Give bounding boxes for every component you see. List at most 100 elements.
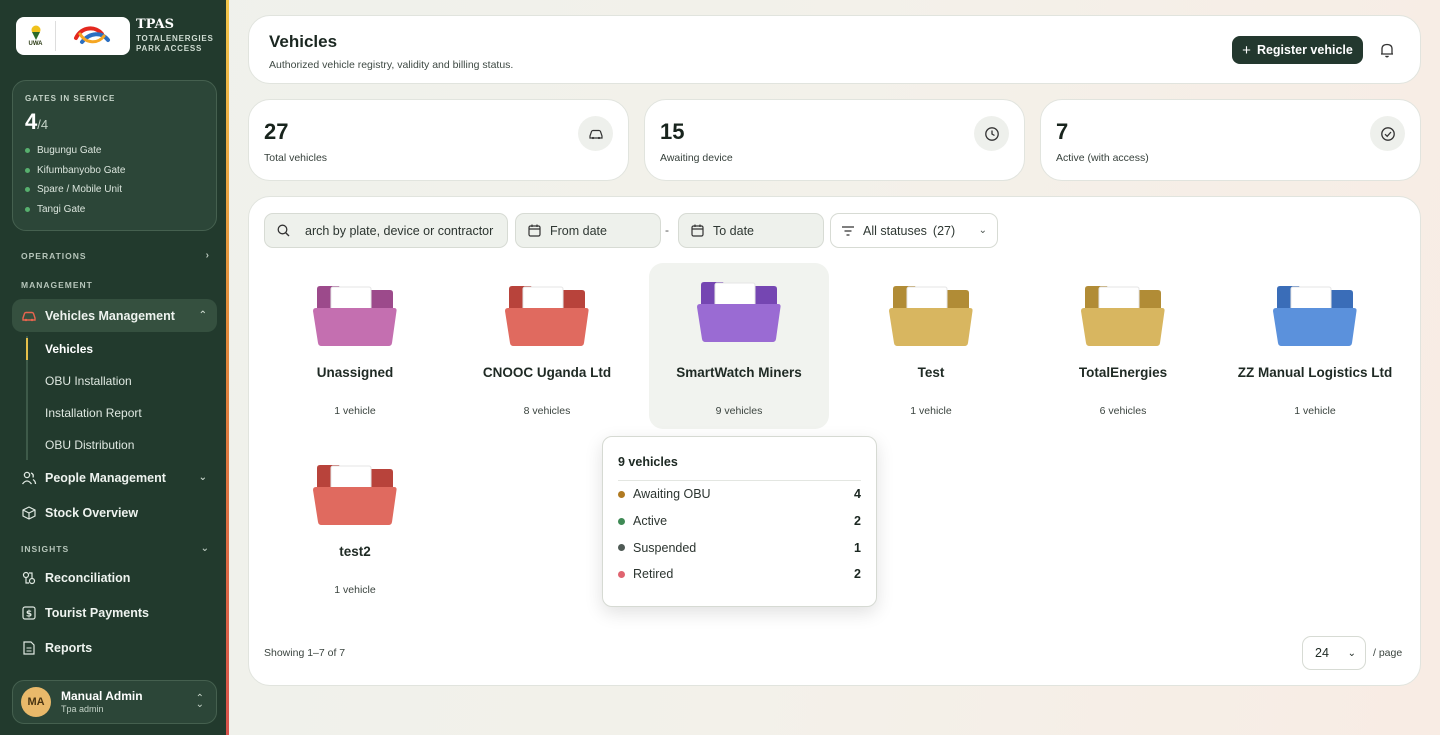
- chevron-down-icon: ⌄: [978, 225, 987, 236]
- date-range-separator: -: [665, 223, 669, 237]
- tooltip-row-retired: Retired 2: [618, 561, 861, 588]
- user-meta: Manual Admin Tpa admin: [61, 689, 143, 714]
- gate-item: Spare / Mobile Unit: [25, 180, 204, 200]
- car-icon: [578, 116, 613, 151]
- sidebar-subitem-installation-report[interactable]: Installation Report: [45, 406, 142, 420]
- sidebar-item-reports[interactable]: Reports: [12, 631, 217, 664]
- user-menu[interactable]: MA Manual Admin Tpa admin ⌃ ⌄: [12, 680, 217, 724]
- folder-icon: [313, 286, 397, 346]
- dollar-icon: $: [21, 605, 37, 621]
- chevron-up-down-icon: ⌃ ⌄: [195, 693, 204, 710]
- folder-count: 9 vehicles: [715, 405, 763, 417]
- sidebar-item-stock-overview[interactable]: Stock Overview: [12, 496, 217, 529]
- stat-label: Total vehicles: [264, 152, 328, 164]
- brand-text: TPAS TOTALENERGIES PARK ACCESS: [136, 18, 214, 54]
- folder-name: SmartWatch Miners: [676, 365, 802, 380]
- folder-totalenergies[interactable]: TotalEnergies 6 vehicles: [1033, 263, 1213, 429]
- folder-test[interactable]: Test 1 vehicle: [841, 263, 1021, 429]
- folder-zz-manual-logistics[interactable]: ZZ Manual Logistics Ltd 1 vehicle: [1225, 263, 1405, 429]
- sidebar-item-vehicles-management[interactable]: Vehicles Management ⌃: [12, 299, 217, 332]
- status-dot: [618, 517, 625, 525]
- vehicle-groups-panel: arch by plate, device or contractor From…: [248, 196, 1421, 686]
- chevron-right-icon: ›: [205, 250, 209, 261]
- nav-section-operations[interactable]: OPERATIONS ›: [21, 250, 209, 261]
- sidebar-item-people-management[interactable]: People Management ⌄: [12, 461, 217, 494]
- status-dot: [618, 544, 625, 552]
- tooltip-row-suspended: Suspended 1: [618, 534, 861, 561]
- search-input[interactable]: arch by plate, device or contractor: [264, 213, 508, 248]
- page-title: Vehicles: [269, 32, 338, 51]
- submenu-active-indicator: [26, 338, 28, 360]
- user-role: Tpa admin: [61, 703, 104, 714]
- tooltip-title: 9 vehicles: [618, 455, 861, 481]
- folder-name: Test: [917, 365, 945, 380]
- chevron-down-icon: ⌄: [198, 472, 207, 483]
- filter-icon: [841, 224, 855, 238]
- folder-name: ZZ Manual Logistics Ltd: [1237, 365, 1393, 380]
- folder-unassigned[interactable]: Unassigned 1 vehicle: [265, 263, 445, 429]
- to-date-field[interactable]: To date: [678, 213, 824, 248]
- folder-count: 1 vehicle: [334, 405, 376, 417]
- folder-test2[interactable]: test2 1 vehicle: [265, 442, 445, 608]
- register-vehicle-button[interactable]: + Register vehicle: [1232, 36, 1363, 64]
- uwa-logo: UWA: [22, 21, 56, 51]
- folder-name: TotalEnergies: [1078, 365, 1168, 380]
- nav-section-management: MANAGEMENT: [21, 280, 93, 290]
- folder-smartwatch-miners[interactable]: SmartWatch Miners 9 vehicles: [649, 263, 829, 429]
- chevron-down-icon: ⌄: [200, 543, 209, 554]
- brand-subtitle-2: PARK ACCESS: [136, 44, 203, 53]
- calendar-icon: [691, 224, 705, 238]
- status-dot: [618, 490, 625, 498]
- from-date-field[interactable]: From date: [515, 213, 661, 248]
- sidebar-subitem-obu-installation[interactable]: OBU Installation: [45, 374, 132, 388]
- folder-icon: [1273, 286, 1357, 346]
- folder-name: Unassigned: [316, 365, 394, 380]
- user-name: Manual Admin: [61, 689, 143, 704]
- gate-status-dot: [25, 207, 30, 213]
- sidebar-subitem-vehicles[interactable]: Vehicles: [45, 342, 93, 356]
- search-icon: [277, 224, 291, 238]
- sidebar-item-tourist-payments[interactable]: $ Tourist Payments: [12, 596, 217, 629]
- per-page-select[interactable]: 24 ⌄: [1302, 636, 1366, 670]
- page-subtitle: Authorized vehicle registry, validity an…: [269, 59, 514, 71]
- folder-icon: [697, 282, 781, 342]
- folder-count: 1 vehicle: [1294, 405, 1336, 417]
- tooltip-row-active: Active 2: [618, 508, 861, 535]
- stat-card-awaiting-device: 15 Awaiting device: [644, 99, 1025, 181]
- gate-status-dot: [25, 148, 30, 154]
- box-icon: [21, 505, 37, 521]
- folder-count: 6 vehicles: [1099, 405, 1147, 417]
- page-header: Vehicles Authorized vehicle registry, va…: [248, 15, 1421, 84]
- folder-count: 1 vehicle: [910, 405, 952, 417]
- stat-label: Active (with access): [1056, 152, 1149, 164]
- people-icon: [21, 470, 37, 486]
- folder-count: 1 vehicle: [334, 584, 376, 596]
- stat-card-total-vehicles: 27 Total vehicles: [248, 99, 629, 181]
- gates-count: 4/4: [25, 109, 49, 134]
- gate-item: Bugungu Gate: [25, 141, 204, 161]
- folder-cnooc-uganda[interactable]: CNOOC Uganda Ltd 8 vehicles: [457, 263, 637, 429]
- brand-title: TPAS: [136, 17, 174, 32]
- brand[interactable]: UWA TPAS TOTALENERGIES PARK ACCESS: [16, 17, 214, 55]
- car-icon: [21, 308, 37, 324]
- folder-name: test2: [339, 544, 371, 559]
- per-page-label: / page: [1373, 647, 1403, 659]
- clock-icon: [974, 116, 1009, 151]
- calendar-icon: [528, 224, 542, 238]
- gates-in-service-card: GATES IN SERVICE 4/4 Bugungu Gate Kifumb…: [12, 80, 217, 231]
- status-filter-dropdown[interactable]: All statuses (27) ⌄: [830, 213, 998, 248]
- gate-item: Kifumbanyobo Gate: [25, 161, 204, 181]
- reconciliation-icon: [21, 570, 37, 586]
- folder-name: CNOOC Uganda Ltd: [482, 365, 612, 380]
- folder-icon: [889, 286, 973, 346]
- sidebar-accent-edge: [226, 0, 229, 735]
- sidebar-subitem-obu-distribution[interactable]: OBU Distribution: [45, 438, 134, 452]
- bell-icon[interactable]: [1377, 40, 1397, 60]
- stat-value: 7: [1056, 119, 1069, 144]
- nav-section-insights[interactable]: INSIGHTS ⌄: [21, 543, 209, 554]
- gate-list: Bugungu Gate Kifumbanyobo Gate Spare / M…: [25, 141, 204, 219]
- gate-status-dot: [25, 167, 30, 173]
- sidebar-item-reconciliation[interactable]: Reconciliation: [12, 561, 217, 594]
- document-icon: [21, 640, 37, 656]
- plus-icon: +: [1242, 41, 1251, 59]
